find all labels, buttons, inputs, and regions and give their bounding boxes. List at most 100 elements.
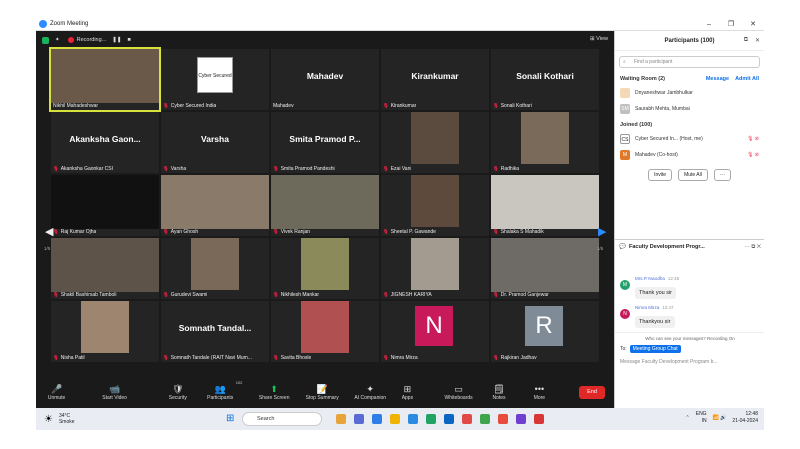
share-screen-button[interactable]: ⬆ Share Screen (250, 376, 298, 408)
taskbar-app-icon[interactable] (480, 414, 490, 424)
more-options-button[interactable]: ··· (713, 169, 731, 181)
video-tile[interactable]: Smita Pramod P... 🎙 Smita Pramod Pandeshi (271, 112, 379, 173)
taskbar-app-icon[interactable] (390, 414, 400, 424)
video-tile[interactable]: Akanksha Gaon... 🎙 Akanksha Gaonkar CSI (51, 112, 159, 173)
video-tile[interactable]: 🎙 Nisha Patil (51, 301, 159, 362)
participant-video (411, 238, 459, 290)
video-tile[interactable]: 🎙 Gurudevi Swami (161, 238, 269, 299)
end-meeting-button[interactable]: End (579, 386, 605, 399)
windows-start-icon[interactable]: ⊞ (226, 414, 236, 424)
video-tile[interactable]: Sonali Kothari 🎙 Sonali Kothari (491, 49, 599, 110)
summary-button[interactable]: 📝 Stop Summary (298, 376, 346, 408)
video-tile[interactable]: Varsha 🎙 Varsha (161, 112, 269, 173)
video-tile[interactable]: 🎙 Nikhilesh Mankar (271, 238, 379, 299)
clock[interactable]: 12:48 21-04-2024 (732, 411, 758, 425)
chat-visibility-note[interactable]: Who can see your messages? Recording On (615, 332, 764, 341)
taskbar-app-icon[interactable] (372, 414, 382, 424)
encryption-shield-icon[interactable] (42, 36, 49, 44)
message-waiting-button[interactable]: Message (706, 76, 729, 82)
video-tile[interactable]: 🎙 JIGNESH KARIYA (381, 238, 489, 299)
joined-label[interactable]: Joined (100) (620, 122, 652, 128)
maximize-icon[interactable]: ❐ (720, 18, 742, 31)
toolbar-label: Whiteboards (444, 394, 473, 401)
notes-button[interactable]: 🗒 Notes (486, 376, 512, 408)
mic-off-button[interactable]: 🎤 Unmute (42, 376, 71, 408)
weather-icon[interactable]: ☀ (44, 414, 53, 425)
participant-row[interactable]: SM Saurabh Mehta, Mumbai (615, 101, 764, 117)
close-chat-icon[interactable]: ··· ⧉ ✕ (744, 244, 761, 251)
taskbar-app-icon[interactable] (444, 414, 454, 424)
message-text: Thank you sir (635, 287, 677, 299)
mute-all-button[interactable]: Mute All (678, 169, 708, 181)
muted-mic-icon: 🎙 (493, 355, 499, 360)
video-tile[interactable]: 🎙 Raj Kumar Ojha (51, 175, 159, 236)
participant-name: Ezai Vani (390, 166, 412, 172)
video-tile[interactable]: Nikhil Mahadeshwar (49, 47, 161, 112)
stop-recording-icon[interactable]: ■ (127, 37, 130, 43)
tray-chevron-icon[interactable]: ⌃ (686, 415, 690, 422)
taskbar-app-icon[interactable] (534, 414, 544, 424)
page-indicator-left: 1/5 (44, 246, 51, 251)
video-tile[interactable]: Kirankumar 🎙 Kirankumar (381, 49, 489, 110)
participant-row[interactable]: CS Cyber Secured In... (Host, me) 🎙 ⊘ (615, 131, 764, 147)
video-tile[interactable]: 🎙 Shakil Bashirsab Tamboli (51, 238, 159, 299)
participant-video (161, 175, 269, 229)
minimize-icon[interactable]: – (698, 18, 720, 31)
close-panel-icon[interactable]: ✕ (755, 37, 760, 44)
video-tile[interactable]: 🎙 Radhika (491, 112, 599, 173)
video-off-button[interactable]: 📹 Start Video (92, 376, 137, 408)
admit-all-button[interactable]: Admit All (735, 76, 759, 82)
video-tile[interactable]: N 🎙 Nimra Mirza (381, 301, 489, 362)
muted-status-icon[interactable]: 🎙 ⊘ (747, 136, 759, 142)
video-tile[interactable]: Mahadev Mahadev (271, 49, 379, 110)
shield-button[interactable]: 🛡 Security (160, 376, 196, 408)
video-tile[interactable]: 🎙 Vivek Ranjan (271, 175, 379, 236)
view-button[interactable]: ⊞ View (590, 36, 608, 42)
more-button[interactable]: ••• More (528, 376, 551, 408)
summary-icon: 📝 (316, 383, 328, 394)
participant-name: Mahadev (273, 103, 294, 109)
reaction-icon[interactable]: ✦ (55, 37, 60, 43)
toolbar-label: Stop Summary (305, 394, 339, 401)
popout-icon[interactable]: ⧉ (744, 37, 748, 44)
language-indicator[interactable]: ENG IN (696, 411, 707, 425)
taskbar-app-icon[interactable] (354, 414, 364, 424)
video-tile[interactable]: 🎙 Savita Bhosle (271, 301, 379, 362)
video-tile[interactable]: 🎙 Shalaka S Mahadik (491, 175, 599, 236)
participant-search-input[interactable]: Find a participant (619, 56, 760, 68)
taskbar-search-input[interactable]: Search (242, 412, 322, 426)
taskbar-app-icon[interactable] (462, 414, 472, 424)
pause-recording-icon[interactable]: ❚❚ (112, 37, 121, 43)
chat-message-input[interactable]: Message Faculty Development Program b... (615, 352, 764, 372)
network-volume-icon[interactable]: 📶 🔊 (713, 415, 727, 422)
recipient-dropdown[interactable]: Meeting Group Chat (629, 345, 681, 353)
ai-companion-button[interactable]: ✦ AI Companion (346, 376, 394, 408)
video-tile[interactable]: Cyber Secured India🎙Cyber Secured India (161, 49, 269, 110)
waiting-room-label[interactable]: Waiting Room (2) (620, 76, 665, 82)
taskbar-app-icon[interactable] (426, 414, 436, 424)
participants-button[interactable]: 👥 102 Participants (196, 376, 244, 408)
invite-button[interactable]: Invite (648, 169, 673, 181)
video-tile[interactable]: 🎙 Sheetal P. Gawande (381, 175, 489, 236)
video-tile[interactable]: 🎙 Dr. Pramod Ganjewar (491, 238, 599, 299)
apps-button[interactable]: ⊞ Apps (396, 376, 419, 408)
window-title: Zoom Meeting (50, 21, 89, 27)
weather-widget[interactable]: 34°C Smoke (59, 413, 75, 425)
taskbar-app-icon[interactable] (498, 414, 508, 424)
participant-row[interactable]: Dnyaneshwar Jambhulkar (615, 85, 764, 101)
video-tile[interactable]: 🎙 Ayan Ghosh (161, 175, 269, 236)
participant-row[interactable]: M Mahadev (Co-host) 🎙 ⊘ (615, 147, 764, 163)
video-tile[interactable]: R 🎙 Rajkiran Jadhav (491, 301, 599, 362)
video-tile[interactable]: 🎙 Ezai Vani (381, 112, 489, 173)
taskbar-app-icon[interactable] (516, 414, 526, 424)
whiteboard-button[interactable]: ▭ Whiteboards (436, 376, 481, 408)
muted-mic-icon: 🎙 (383, 103, 389, 108)
chat-message[interactable]: M Mrs.P.Yasodha 12:46 Thank you sir (615, 276, 764, 299)
close-icon[interactable]: ✕ (742, 18, 764, 31)
chat-message[interactable]: N Nimra Mirza 12:47 Thankyou sir (615, 305, 764, 328)
taskbar-app-icon[interactable] (408, 414, 418, 424)
taskbar-app-icon[interactable] (336, 414, 346, 424)
muted-status-icon[interactable]: 🎙 ⊘ (747, 152, 759, 158)
meeting-toolbar: 🎤 Unmute 📹 Start Video 🛡 Security 👥 102 Particip… (36, 376, 614, 408)
video-tile[interactable]: Somnath Tandal... 🎙 Somnath Tandale (RAIT … (161, 301, 269, 362)
